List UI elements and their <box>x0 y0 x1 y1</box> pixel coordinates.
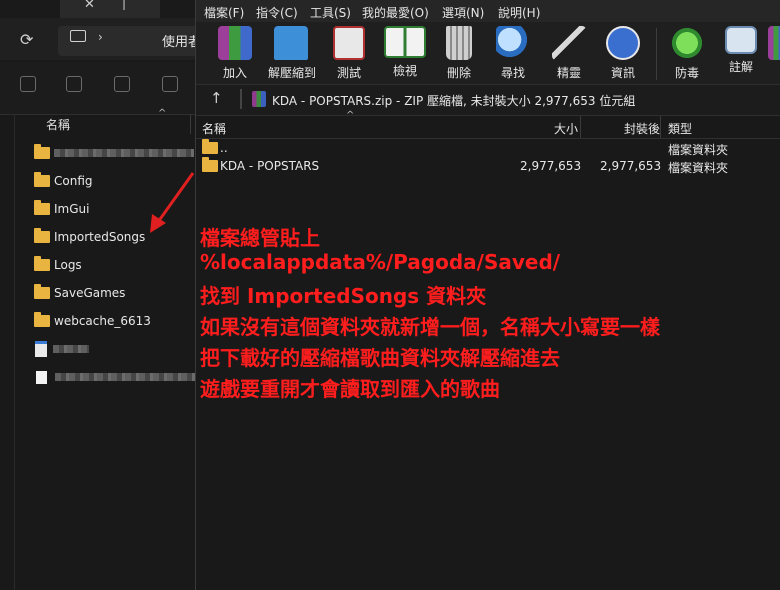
annotation-line-4: 如果沒有這個資料夾就新增一個，名稱大小寫要一樣 <box>200 315 660 339</box>
annotation-line-1: 檔案總管貼上 <box>200 226 320 250</box>
annotation-line-6: 遊戲要重開才會讀取到匯入的歌曲 <box>200 377 500 401</box>
annotation-line-2: %localappdata%/Pagoda/Saved/ <box>200 250 561 274</box>
annotation-line-3: 找到 ImportedSongs 資料夾 <box>200 284 487 308</box>
annotation-line-5: 把下載好的壓縮檔歌曲資料夾解壓縮進去 <box>200 346 560 370</box>
